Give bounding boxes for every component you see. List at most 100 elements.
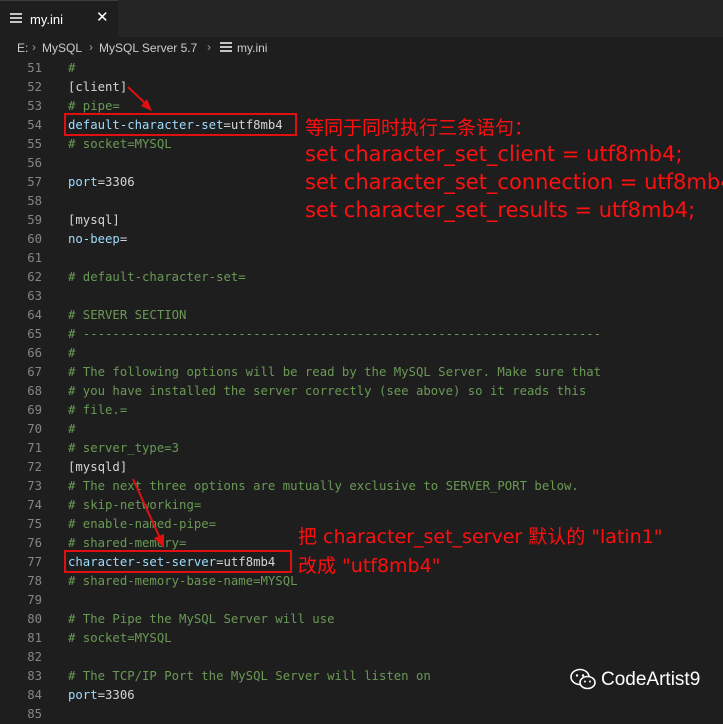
- line-number: 82: [27, 650, 42, 664]
- code-text: #: [68, 344, 75, 363]
- line-number: 77: [27, 555, 42, 569]
- line-number: 52: [27, 80, 42, 94]
- code-line[interactable]: 71 # server_type=3: [0, 439, 723, 458]
- breadcrumb-item-file[interactable]: my.ini: [237, 41, 267, 55]
- code-text: port=3306: [68, 173, 135, 192]
- code-text: [mysql]: [68, 211, 120, 230]
- config-key: port: [68, 175, 98, 189]
- comment: # The next three options are mutually ex…: [68, 479, 579, 493]
- code-line[interactable]: 79: [0, 591, 723, 610]
- line-number: 53: [27, 99, 42, 113]
- config-value: [mysqld]: [68, 460, 128, 474]
- code-text: # shared-memory-base-name=MYSQL: [68, 572, 298, 591]
- code-line[interactable]: 81 # socket=MYSQL: [0, 629, 723, 648]
- line-number: 64: [27, 308, 42, 322]
- code-line[interactable]: 61: [0, 249, 723, 268]
- comment: # pipe=: [68, 99, 120, 113]
- comment: # shared-memory-base-name=MYSQL: [68, 574, 298, 588]
- code-line[interactable]: 69 # file.=: [0, 401, 723, 420]
- line-number: 62: [27, 270, 42, 284]
- line-number: 63: [27, 289, 42, 303]
- config-value: [client]: [68, 80, 128, 94]
- code-text: # socket=MYSQL: [68, 135, 172, 154]
- line-number: 58: [27, 194, 42, 208]
- code-text: # The Pipe the MySQL Server will use: [68, 610, 335, 629]
- code-line[interactable]: 51 #: [0, 59, 723, 78]
- line-number: 56: [27, 156, 42, 170]
- line-number: 65: [27, 327, 42, 341]
- annotation-title: 等同于同时执行三条语句：: [305, 117, 534, 139]
- comment: # enable-named-pipe=: [68, 517, 217, 531]
- breadcrumb-item-drive[interactable]: E:: [17, 41, 28, 55]
- comment: # file.=: [68, 403, 128, 417]
- code-text: # The next three options are mutually ex…: [68, 477, 579, 496]
- code-text: [client]: [68, 78, 127, 97]
- comment: # shared-memory=: [68, 536, 187, 550]
- code-line[interactable]: 68 # you have installed the server correc…: [0, 382, 723, 401]
- breadcrumb-item-server[interactable]: MySQL Server 5.7: [99, 41, 197, 55]
- tab-my-ini[interactable]: my.ini ✕: [0, 0, 118, 37]
- code-line[interactable]: 72 [mysqld]: [0, 458, 723, 477]
- chevron-right-icon: ›: [207, 40, 211, 54]
- highlight-box-charset-server: [64, 550, 292, 573]
- settings-file-icon: [220, 42, 232, 52]
- wechat-icon: [570, 668, 596, 690]
- code-text: # server_type=3: [68, 439, 179, 458]
- config-key: port: [68, 688, 98, 702]
- line-number: 54: [27, 118, 42, 132]
- code-line[interactable]: 74 # skip-networking=: [0, 496, 723, 515]
- breadcrumb-item-mysql[interactable]: MySQL: [42, 41, 82, 55]
- config-value: =3306: [97, 175, 135, 189]
- code-line[interactable]: 63: [0, 287, 723, 306]
- code-text: #: [68, 59, 75, 78]
- code-line[interactable]: 67 # The following options will be read b…: [0, 363, 723, 382]
- config-value: =3306: [97, 688, 135, 702]
- line-number: 59: [27, 213, 42, 227]
- line-number: 85: [27, 707, 42, 721]
- line-number: 73: [27, 479, 42, 493]
- chevron-right-icon: ›: [32, 40, 36, 54]
- code-line[interactable]: 66 #: [0, 344, 723, 363]
- annotation-line: set character_set_client = utf8mb4;: [305, 142, 683, 166]
- code-text: #: [68, 420, 75, 439]
- code-line[interactable]: 60 no-beep=: [0, 230, 723, 249]
- config-value: [mysql]: [68, 213, 120, 227]
- annotation-line: 把 character_set_server 默认的 "latin1": [298, 526, 663, 548]
- line-number: 67: [27, 365, 42, 379]
- comment: # The Pipe the MySQL Server will use: [68, 612, 335, 626]
- line-number: 76: [27, 536, 42, 550]
- line-number: 81: [27, 631, 42, 645]
- code-line[interactable]: 65 # ------------------------------------…: [0, 325, 723, 344]
- code-line[interactable]: 80 # The Pipe the MySQL Server will use: [0, 610, 723, 629]
- code-line[interactable]: 70 #: [0, 420, 723, 439]
- code-text: [mysqld]: [68, 458, 127, 477]
- line-number: 51: [27, 61, 42, 75]
- close-icon[interactable]: ✕: [96, 10, 109, 25]
- code-line[interactable]: 64 # SERVER SECTION: [0, 306, 723, 325]
- code-line[interactable]: 82: [0, 648, 723, 667]
- code-line[interactable]: 52 [client]: [0, 78, 723, 97]
- breadcrumb: E: › MySQL › MySQL Server 5.7 › my.ini: [0, 37, 723, 59]
- line-number: 60: [27, 232, 42, 246]
- line-number: 79: [27, 593, 42, 607]
- settings-file-icon: [10, 13, 22, 23]
- tab-label: my.ini: [30, 12, 63, 27]
- line-number: 55: [27, 137, 42, 151]
- comment: # server_type=3: [68, 441, 180, 455]
- code-line[interactable]: 73 # The next three options are mutually …: [0, 477, 723, 496]
- line-number: 69: [27, 403, 42, 417]
- watermark-text: CodeArtist9: [601, 669, 701, 690]
- line-number: 74: [27, 498, 42, 512]
- comment: # default-character-set=: [68, 270, 246, 284]
- line-number: 84: [27, 688, 42, 702]
- code-text: # file.=: [68, 401, 127, 420]
- line-number: 80: [27, 612, 42, 626]
- code-line[interactable]: 62 # default-character-set=: [0, 268, 723, 287]
- config-value: =: [119, 232, 128, 246]
- line-number: 66: [27, 346, 42, 360]
- line-number: 71: [27, 441, 42, 455]
- annotation-line: set character_set_connection = utf8mb4;: [305, 170, 723, 194]
- comment: # you have installed the server correctl…: [68, 384, 587, 398]
- code-line[interactable]: 85: [0, 705, 723, 724]
- line-number: 68: [27, 384, 42, 398]
